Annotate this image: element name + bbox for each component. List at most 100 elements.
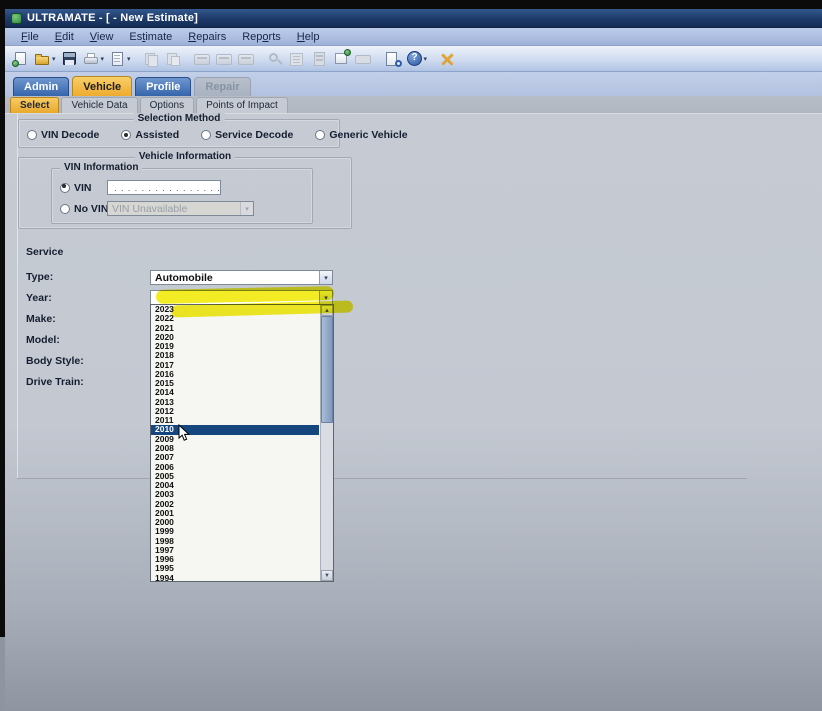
toolbar-button-save[interactable]: ▾ [59,48,80,70]
radio-icon [201,130,211,140]
year-option-2017[interactable]: 2017 [151,361,319,370]
vehicle-information-legend: Vehicle Information [135,151,235,162]
toolbar-button-notes[interactable]: ▾ [287,48,308,70]
dropdown-caret-icon[interactable]: ▾ [127,55,131,63]
year-option-2009[interactable]: 2009 [151,435,319,444]
year-option-1997[interactable]: 1997 [151,546,319,555]
notes-icon [289,51,306,67]
save-icon [61,51,78,67]
type-combo[interactable]: Automobile ▾ [150,270,333,285]
year-option-2019[interactable]: 2019 [151,342,319,351]
year-option-2012[interactable]: 2012 [151,407,319,416]
year-option-2000[interactable]: 2000 [151,518,319,527]
tab-admin[interactable]: Admin [13,77,69,96]
selection-method-options: VIN Decode Assisted Service Decode Gener… [27,129,408,141]
year-option-2004[interactable]: 2004 [151,481,319,490]
service-section-label: Service [26,246,63,258]
year-option-2010[interactable]: 2010 [151,425,319,434]
tab-repair[interactable]: Repair [194,77,250,96]
make-label: Make: [26,313,56,325]
app-icon [11,13,22,24]
menu-item-view[interactable]: View [82,30,122,44]
chevron-down-icon[interactable]: ▾ [240,202,253,215]
toolbar-button-card[interactable]: ▾ [353,48,374,70]
vin-input[interactable]: · · · · · · · · · · · · · · · · · [107,180,221,195]
dropdown-caret-icon[interactable]: ▾ [424,55,428,63]
menu-item-repairs[interactable]: Repairs [180,30,234,44]
toolbar-button-open[interactable]: ▾ [32,48,58,70]
toolbar-button-print[interactable]: ▾ [81,48,107,70]
scrollbar-thumb[interactable] [321,316,333,423]
menu-item-edit[interactable]: Edit [47,30,82,44]
year-option-1996[interactable]: 1996 [151,555,319,564]
toolbar-button-window-1[interactable]: ▾ [192,48,213,70]
toolbar-button-search-document[interactable]: ▾ [382,48,403,70]
year-option-2016[interactable]: 2016 [151,370,319,379]
toolbar-button-window-3[interactable]: ▾ [236,48,257,70]
tab-profile[interactable]: Profile [135,77,191,96]
type-label: Type: [26,271,53,283]
toolbar-button-help[interactable]: ▾ [404,48,430,70]
vin-information-legend: VIN Information [60,162,142,173]
vin-radio-option[interactable]: VIN [60,182,92,194]
year-option-2007[interactable]: 2007 [151,453,319,462]
subtab-options[interactable]: Options [140,97,194,113]
year-option-1998[interactable]: 1998 [151,537,319,546]
drive-train-label: Drive Train: [26,376,84,388]
menu-item-estimate[interactable]: Estimate [121,30,180,44]
tab-vehicle[interactable]: Vehicle [72,76,132,96]
radio-option-assisted[interactable]: Assisted [121,129,179,141]
year-option-2002[interactable]: 2002 [151,500,319,509]
radio-option-vin-decode[interactable]: VIN Decode [27,129,99,141]
radio-option-service-decode[interactable]: Service Decode [201,129,293,141]
year-option-2011[interactable]: 2011 [151,416,319,425]
toolbar-button-preview[interactable]: ▾ [107,48,133,70]
selection-method-group: Selection Method VIN Decode Assisted Ser… [18,119,340,148]
subtab-points-of-impact[interactable]: Points of Impact [196,97,288,113]
year-option-1999[interactable]: 1999 [151,527,319,536]
no-vin-combo[interactable]: VIN Unavailable ▾ [107,201,254,216]
toolbar-button-window-2[interactable]: ▾ [214,48,235,70]
year-option-2013[interactable]: 2013 [151,398,319,407]
subtab-select[interactable]: Select [10,97,59,113]
mouse-cursor-icon [178,424,190,447]
toolbar-button-cabinet[interactable]: ▾ [309,48,330,70]
radio-option-generic-vehicle[interactable]: Generic Vehicle [315,129,407,141]
year-option-2021[interactable]: 2021 [151,324,319,333]
year-option-1994[interactable]: 1994 [151,574,319,582]
no-vin-combo-value: VIN Unavailable [108,203,240,215]
year-option-2003[interactable]: 2003 [151,490,319,499]
menubar: File Edit View Estimate Repairs Reports … [5,28,822,46]
dropdown-caret-icon[interactable]: ▾ [101,55,105,63]
year-option-2005[interactable]: 2005 [151,472,319,481]
dropdown-caret-icon[interactable]: ▾ [52,55,56,63]
year-option-2015[interactable]: 2015 [151,379,319,388]
year-list-scrollbar[interactable]: ▲ ▼ [320,305,333,581]
menu-item-file[interactable]: File [13,30,47,44]
radio-icon [60,204,70,214]
year-option-2001[interactable]: 2001 [151,509,319,518]
year-option-2020[interactable]: 2020 [151,333,319,342]
menu-item-help[interactable]: Help [289,30,328,44]
search-document-icon [384,51,401,67]
scroll-down-icon[interactable]: ▼ [321,570,333,581]
vehicle-subtabstrip: Select Vehicle Data Options Points of Im… [5,96,822,114]
titlebar: ULTRAMATE - [ - New Estimate] [5,9,822,28]
toolbar-button-photo[interactable]: ▾ [331,48,352,70]
toolbar-button-new-estimate[interactable]: ▾ [10,48,31,70]
year-option-2018[interactable]: 2018 [151,351,319,360]
toolbar-button-copy[interactable]: ▾ [163,48,184,70]
no-vin-radio-option[interactable]: No VIN [60,203,108,215]
year-option-2006[interactable]: 2006 [151,463,319,472]
subtab-vehicle-data[interactable]: Vehicle Data [61,97,137,113]
copy-icon [165,51,182,67]
menu-item-reports[interactable]: Reports [234,30,289,44]
year-option-1995[interactable]: 1995 [151,564,319,573]
ultramate-window: ULTRAMATE - [ - New Estimate] File Edit … [0,0,822,711]
toolbar-button-zoom[interactable]: ▾ [265,48,286,70]
year-option-2014[interactable]: 2014 [151,388,319,397]
toolbar-button-tools[interactable]: ▾ [437,48,458,70]
toolbar-button-book[interactable]: ▾ [141,48,162,70]
year-option-2008[interactable]: 2008 [151,444,319,453]
chevron-down-icon[interactable]: ▾ [319,271,332,284]
